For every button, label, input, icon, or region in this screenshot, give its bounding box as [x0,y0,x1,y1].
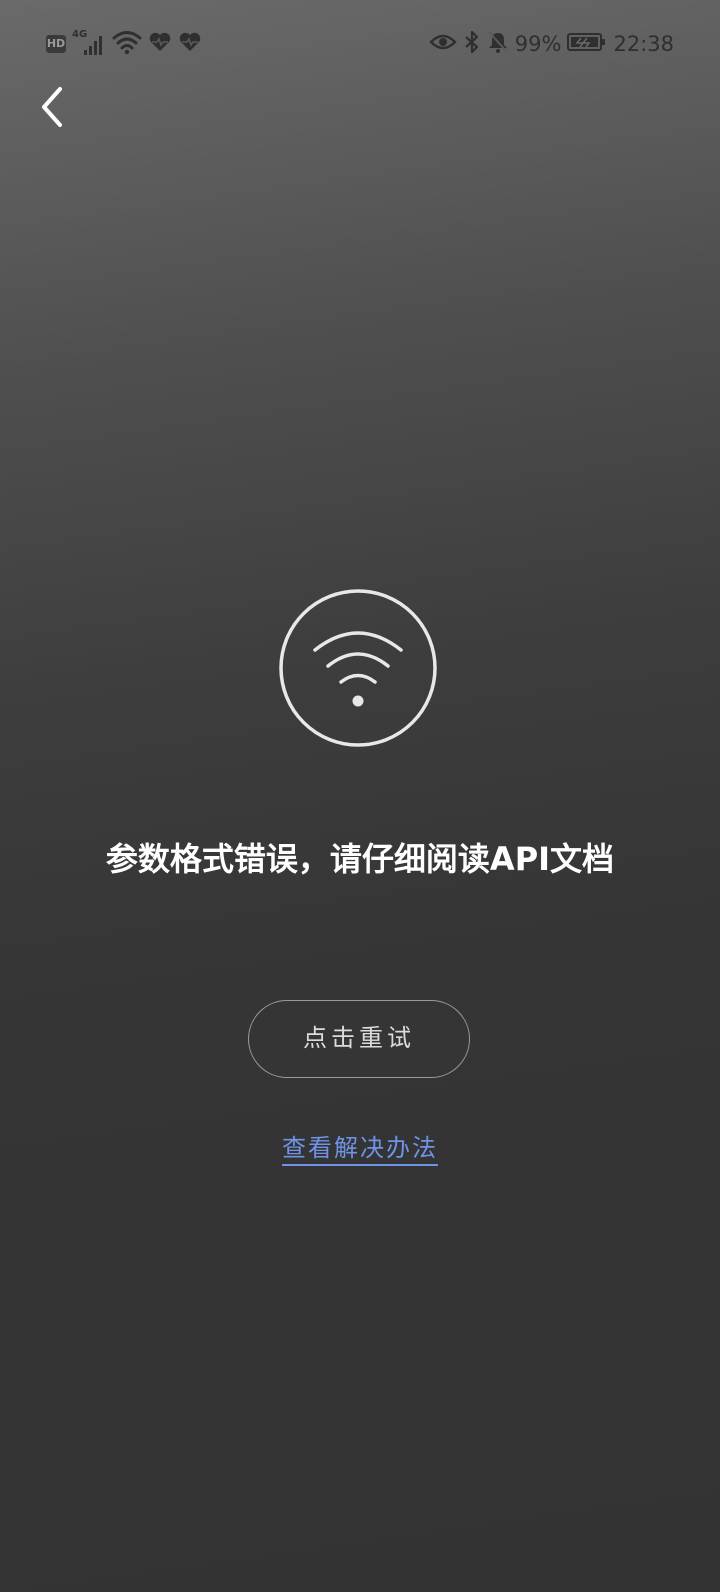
wifi-circle-icon [278,588,438,748]
signal-4g-icon: 4G [72,29,106,57]
network-type-label: 4G [72,29,88,40]
clock: 22:38 [613,32,674,56]
mute-icon [487,30,509,58]
error-message: 参数格式错误，请仔细阅读API文档 [105,840,615,878]
battery-charging-icon [567,32,607,56]
bluetooth-icon [463,30,481,58]
heart-rate-icon [178,31,202,57]
wifi-icon [112,29,142,59]
retry-button[interactable]: 点击重试 [248,1000,470,1078]
view-solution-label: 查看解决办法 [282,1134,438,1166]
status-left-group: HD 4G [46,29,202,59]
heart-rate-icon [148,31,172,57]
battery-percent: 99% [514,32,562,56]
back-button[interactable] [26,84,76,134]
hd-icon: HD [46,35,66,53]
eye-icon [429,32,457,56]
status-right-group: 99% 22:38 [429,30,674,58]
status-bar: HD 4G 99% 22:38 [0,0,720,86]
view-solution-link[interactable]: 查看解决办法 [260,1128,460,1166]
chevron-left-icon [36,85,66,133]
